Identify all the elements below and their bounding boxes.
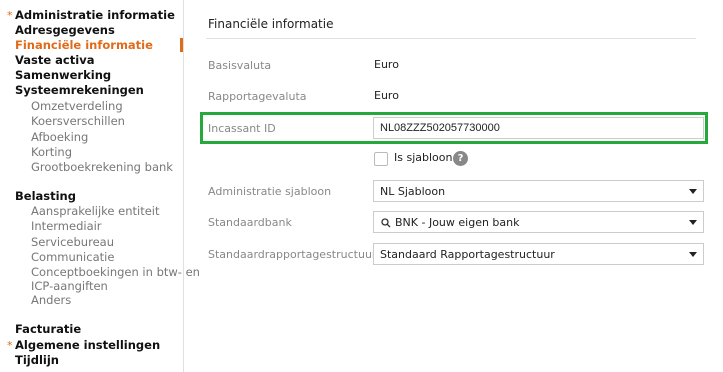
chevron-down-icon — [689, 189, 697, 194]
required-star-icon: * — [7, 339, 13, 352]
search-icon — [381, 218, 391, 228]
sidebar-item[interactable]: Conceptboekingen in btw- en — [31, 265, 200, 279]
sidebar-item[interactable]: Adresgegevens — [15, 23, 115, 37]
admin-sjabloon-label: Administratie sjabloon — [208, 185, 332, 198]
incassant-id-input[interactable] — [373, 117, 704, 139]
sidebar-item[interactable]: Grootboekrekening bank — [31, 160, 173, 174]
rapportagevaluta-label: Rapportagevaluta — [208, 90, 307, 103]
sidebar-item[interactable]: ICP-aangiften — [31, 279, 108, 293]
sidebar-item[interactable]: Afboeking — [31, 130, 88, 144]
page-title: Financiële informatie — [208, 17, 334, 31]
title-divider — [206, 38, 696, 39]
sidebar-item[interactable]: Koersverschillen — [31, 114, 125, 128]
sidebar-item[interactable]: Korting — [31, 145, 72, 159]
sidebar-item[interactable]: Servicebureau — [31, 235, 114, 249]
sidebar-item[interactable]: Belasting — [15, 189, 76, 203]
rapportagestructuur-value: Standaard Rapportagestructuur — [380, 248, 555, 261]
rapportagestructuur-label: Standaardrapportagestructuur — [208, 248, 377, 261]
standaardbank-label: Standaardbank — [208, 216, 292, 229]
standaardbank-select[interactable]: BNK - Jouw eigen bank — [373, 211, 704, 233]
sidebar-item[interactable]: Tijdlijn — [15, 353, 59, 367]
help-icon[interactable]: ? — [453, 151, 468, 166]
basisvaluta-value: Euro — [374, 58, 399, 71]
sidebar-item[interactable]: Administratie informatie — [15, 8, 175, 22]
sidebar-item[interactable]: Facturatie — [15, 322, 81, 336]
sidebar-item[interactable]: Systeemrekeningen — [15, 83, 144, 97]
sidebar-item[interactable]: Anders — [31, 293, 71, 307]
sidebar-item[interactable]: Communicatie — [31, 250, 114, 264]
chevron-down-icon — [689, 220, 697, 225]
rapportagestructuur-select[interactable]: Standaard Rapportagestructuur — [373, 243, 704, 265]
sidebar-item[interactable]: Algemene instellingen — [15, 338, 160, 352]
admin-sjabloon-value: NL Sjabloon — [380, 185, 446, 198]
sidebar-item[interactable]: Financiële informatie — [15, 38, 153, 52]
chevron-down-icon — [689, 252, 697, 257]
standaardbank-value: BNK - Jouw eigen bank — [395, 216, 520, 229]
is-sjabloon-label: Is sjabloon — [394, 151, 453, 164]
sidebar-item[interactable]: Vaste activa — [15, 53, 94, 67]
rapportagevaluta-value: Euro — [374, 89, 399, 102]
basisvaluta-label: Basisvaluta — [208, 59, 272, 72]
sidebar-nav: * Administratie informatie Adresgegevens Fi… — [0, 0, 200, 372]
required-star-icon: * — [7, 9, 13, 22]
sidebar-item[interactable]: Intermediair — [31, 219, 102, 233]
sidebar-item[interactable]: Aansprakelijke entiteit — [31, 204, 160, 218]
sidebar-item[interactable]: Samenwerking — [15, 68, 111, 82]
is-sjabloon-checkbox[interactable] — [374, 152, 388, 166]
sidebar-item[interactable]: Omzetverdeling — [31, 99, 123, 113]
admin-sjabloon-select[interactable]: NL Sjabloon — [373, 180, 704, 202]
active-indicator — [180, 38, 183, 52]
